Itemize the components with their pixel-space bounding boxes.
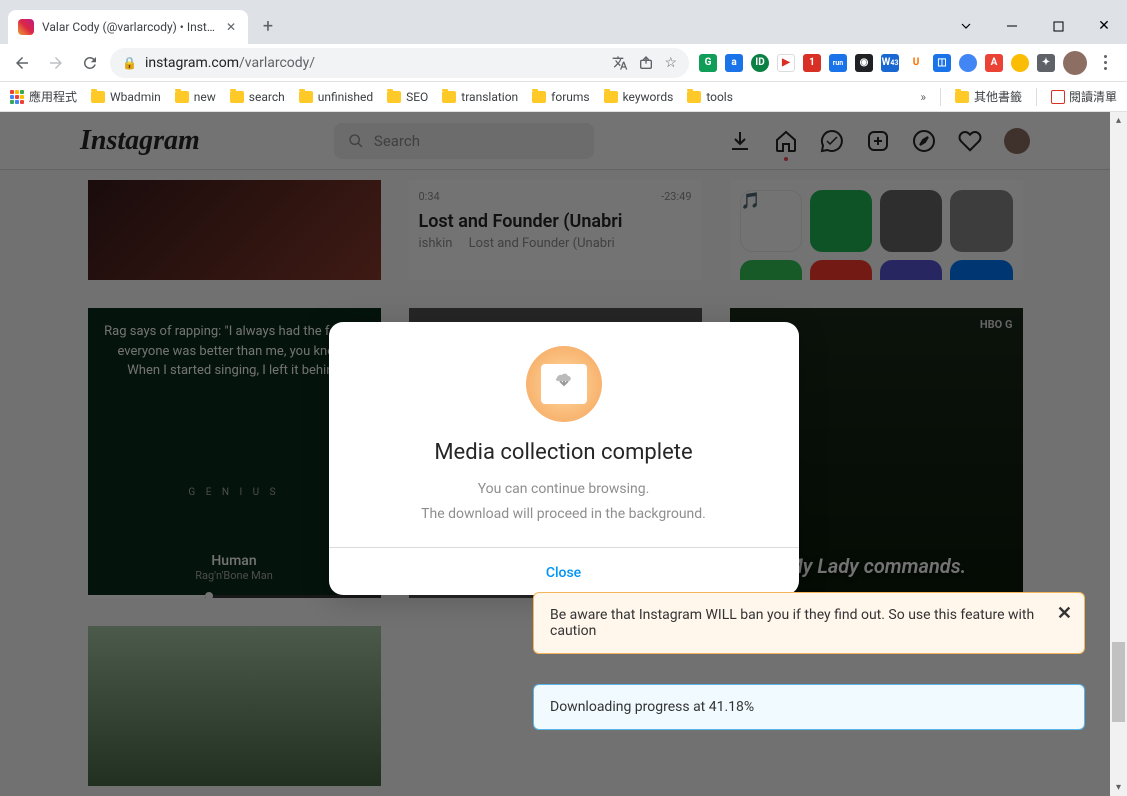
scrollbar-up-button[interactable]: ▴ (1110, 112, 1127, 129)
bookmark-other[interactable]: 其他書籤 (955, 88, 1022, 105)
address-bar[interactable]: 🔒 instagram.com/varlarcody/ ☆ (110, 48, 689, 78)
nav-forward-button[interactable] (42, 49, 70, 77)
bookmark-folder[interactable]: forums (532, 90, 589, 104)
bookmark-label: search (249, 90, 285, 104)
instagram-favicon (18, 19, 34, 35)
extensions-area: G a ID ▶ 1 run ◉ W43 U ◫ A ✦ (695, 51, 1119, 75)
bookmark-label: keywords (623, 90, 674, 104)
bookmark-folder[interactable]: keywords (604, 90, 674, 104)
window-dropdown-button[interactable] (943, 11, 989, 41)
bookmark-label: unfinished (318, 90, 373, 104)
bookmark-label: forums (551, 90, 589, 104)
tab-title: Valar Cody (@varlarcody) • Instag (42, 20, 216, 34)
profile-avatar[interactable] (1063, 51, 1087, 75)
browser-toolbar: 🔒 instagram.com/varlarcody/ ☆ G a ID ▶ 1… (0, 44, 1127, 82)
modal-title: Media collection complete (357, 440, 771, 465)
modal-text-line: The download will proceed in the backgro… (357, 502, 771, 527)
url-text: instagram.com/varlarcody/ (145, 55, 604, 71)
bookmark-folder[interactable]: SEO (387, 90, 428, 104)
extension-icon[interactable]: ID (751, 54, 769, 72)
new-tab-button[interactable]: + (254, 12, 282, 40)
nav-back-button[interactable] (8, 49, 36, 77)
modal-text-line: You can continue browsing. (357, 477, 771, 502)
window-titlebar (0, 0, 1127, 8)
warning-toast: Be aware that Instagram WILL ban you if … (533, 592, 1085, 654)
extension-icon[interactable]: ◉ (855, 54, 873, 72)
reading-list-label: 閱讀清單 (1069, 88, 1117, 105)
reading-list-button[interactable]: 閱讀清單 (1051, 88, 1117, 105)
bookmark-folder[interactable]: new (175, 90, 216, 104)
bookmark-folder[interactable]: unfinished (299, 90, 373, 104)
scrollbar-down-button[interactable]: ▾ (1110, 779, 1127, 796)
progress-toast: Downloading progress at 41.18% (533, 684, 1085, 730)
extension-icon[interactable]: G (699, 54, 717, 72)
browser-tab[interactable]: Valar Cody (@varlarcody) • Instag ✕ (8, 10, 248, 44)
bookmark-star-icon[interactable]: ☆ (664, 55, 677, 71)
extension-icon[interactable]: U (907, 54, 925, 72)
tab-close-button[interactable]: ✕ (224, 20, 238, 34)
bookmark-folder[interactable]: translation (442, 90, 518, 104)
toast-message: Be aware that Instagram WILL ban you if … (550, 607, 1034, 639)
browser-menu-button[interactable] (1095, 51, 1115, 74)
browser-tabbar: Valar Cody (@varlarcody) • Instag ✕ + ✕ (0, 8, 1127, 44)
scrollbar-thumb[interactable] (1112, 642, 1125, 722)
bookmark-label: tools (706, 90, 733, 104)
bookmark-label: SEO (406, 90, 428, 104)
window-maximize-button[interactable] (1035, 11, 1081, 41)
bookmarks-bar: 應用程式 Wbadmin new search unfinished SEO t… (0, 82, 1127, 112)
extension-icon[interactable]: 1 (803, 54, 821, 72)
bookmark-folder[interactable]: Wbadmin (91, 90, 161, 104)
bookmark-folder[interactable]: tools (687, 90, 733, 104)
nav-reload-button[interactable] (76, 49, 104, 77)
extension-icon[interactable]: run (829, 54, 847, 72)
bookmark-label: 應用程式 (29, 88, 77, 105)
extension-icon[interactable] (1011, 54, 1029, 72)
extension-icon[interactable] (959, 54, 977, 72)
bookmark-label: 其他書籤 (974, 88, 1022, 105)
bookmark-apps[interactable]: 應用程式 (10, 88, 77, 105)
window-minimize-button[interactable] (989, 11, 1035, 41)
extension-icon[interactable]: A (985, 54, 1003, 72)
bookmark-folder[interactable]: search (230, 90, 285, 104)
extensions-puzzle-icon[interactable]: ✦ (1037, 54, 1055, 72)
extension-icon[interactable]: ◫ (933, 54, 951, 72)
bookmark-label: translation (461, 90, 518, 104)
bookmark-label: new (194, 90, 216, 104)
separator (940, 88, 941, 106)
reading-list-icon (1051, 90, 1065, 104)
window-close-button[interactable]: ✕ (1081, 11, 1127, 41)
bookmark-overflow-button[interactable]: » (920, 90, 926, 104)
scrollbar-track[interactable]: ▴ ▾ (1110, 112, 1127, 796)
translate-icon[interactable] (612, 55, 628, 71)
page-viewport: Instagram Search 0:34-23:49 Lost and Fou… (0, 112, 1127, 796)
modal-close-button[interactable]: Close (546, 565, 581, 581)
lock-icon: 🔒 (122, 56, 137, 70)
toast-close-button[interactable]: ✕ (1057, 603, 1072, 624)
extension-icon[interactable]: ▶ (777, 54, 795, 72)
extension-icon[interactable]: a (725, 54, 743, 72)
bookmark-label: Wbadmin (110, 90, 161, 104)
download-complete-modal: Media collection complete You can contin… (329, 322, 799, 595)
toast-message: Downloading progress at 41.18% (550, 699, 754, 715)
share-icon[interactable] (638, 55, 654, 71)
separator (1036, 88, 1037, 106)
download-complete-icon (526, 346, 602, 422)
extension-icon[interactable]: W43 (881, 54, 899, 72)
